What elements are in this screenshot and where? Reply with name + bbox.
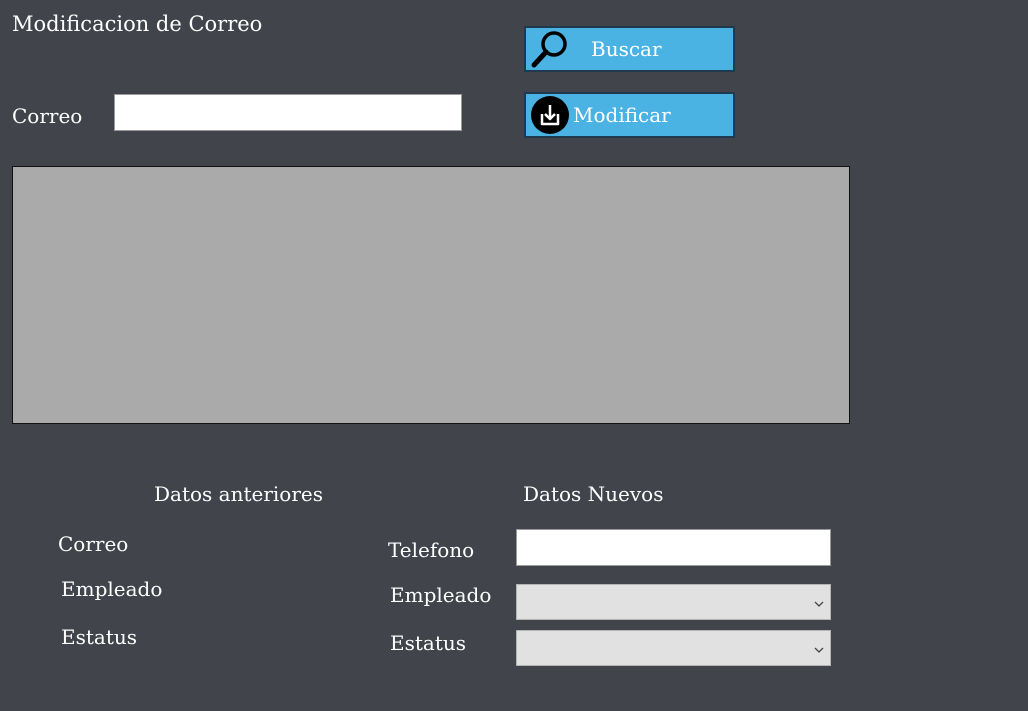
correo-input[interactable] bbox=[114, 94, 462, 131]
estatus-select[interactable] bbox=[516, 630, 831, 666]
new-empleado-label: Empleado bbox=[390, 583, 492, 607]
results-grid[interactable] bbox=[12, 166, 850, 424]
page-title: Modificacion de Correo bbox=[12, 12, 263, 36]
modificar-button[interactable]: Modificar bbox=[524, 92, 735, 138]
prev-correo-label: Correo bbox=[58, 532, 129, 556]
buscar-button-label: Buscar bbox=[591, 37, 662, 61]
datos-anteriores-heading: Datos anteriores bbox=[154, 482, 323, 506]
telefono-label: Telefono bbox=[388, 538, 475, 562]
new-estatus-label: Estatus bbox=[390, 631, 467, 655]
modificar-button-label: Modificar bbox=[573, 103, 671, 127]
prev-estatus-label: Estatus bbox=[61, 625, 138, 649]
search-icon bbox=[529, 28, 571, 70]
download-icon bbox=[529, 94, 571, 136]
chevron-down-icon bbox=[814, 641, 824, 656]
empleado-select[interactable] bbox=[516, 584, 831, 620]
telefono-input[interactable] bbox=[516, 529, 831, 566]
correo-label: Correo bbox=[12, 104, 83, 128]
datos-nuevos-heading: Datos Nuevos bbox=[523, 482, 664, 506]
chevron-down-icon bbox=[814, 595, 824, 610]
prev-empleado-label: Empleado bbox=[61, 577, 163, 601]
buscar-button[interactable]: Buscar bbox=[524, 26, 735, 72]
